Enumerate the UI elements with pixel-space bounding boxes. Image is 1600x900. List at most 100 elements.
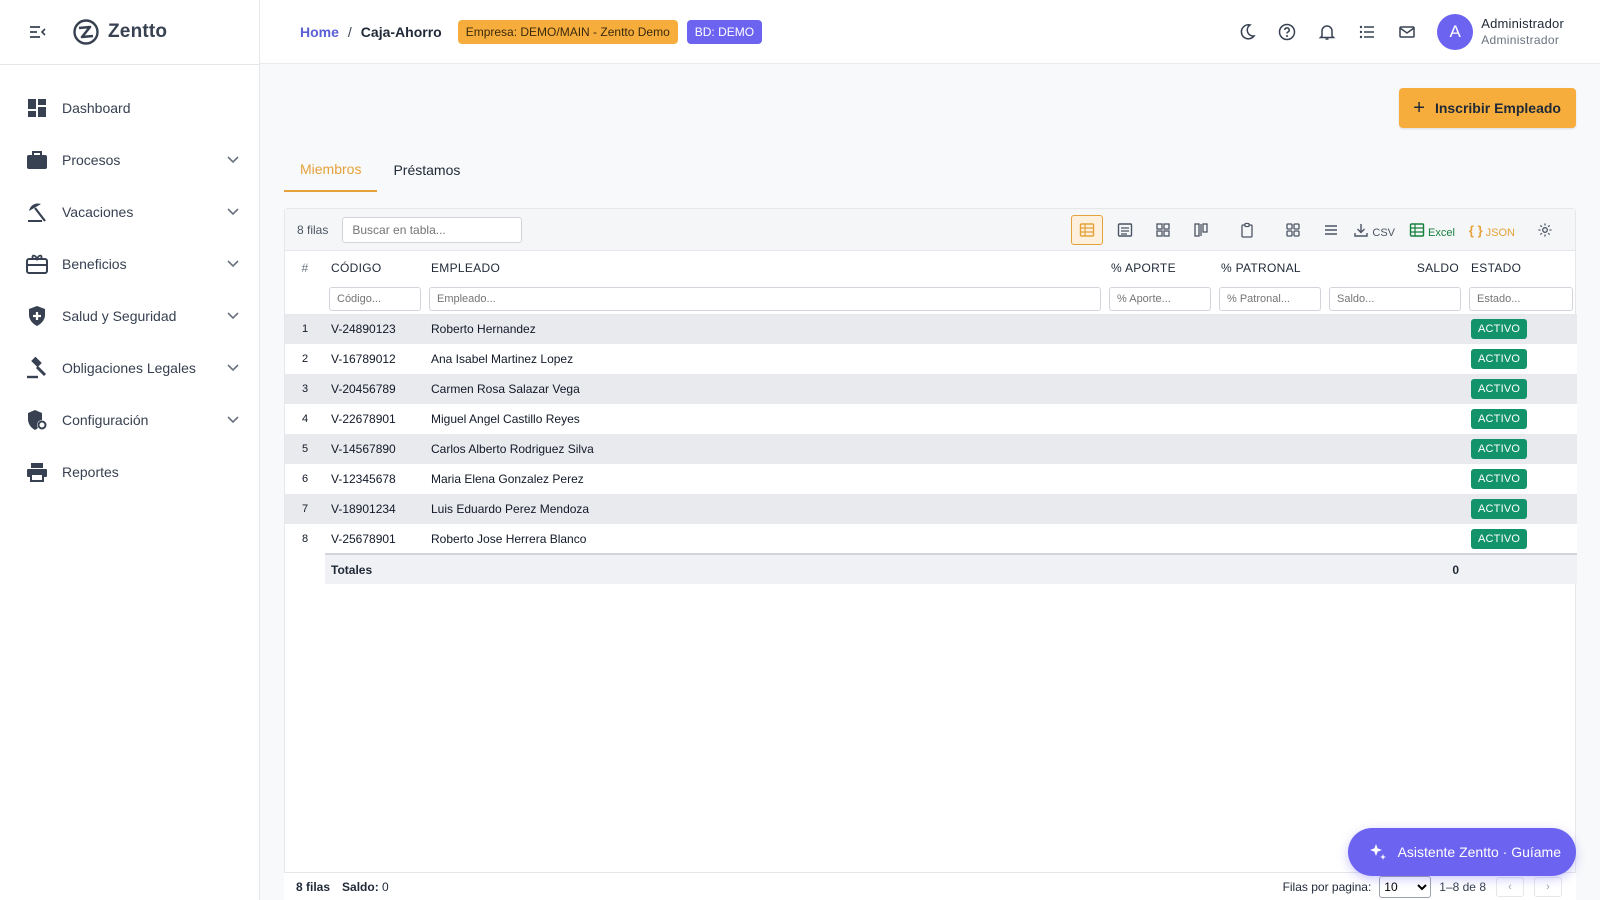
sidebar-item-vacaciones[interactable]: Vacaciones xyxy=(0,186,259,238)
saldo-cell xyxy=(1325,314,1465,344)
top-header: Home / Caja-Ahorro Empresa: DEMO/MAIN - … xyxy=(260,0,1600,64)
export-json-button[interactable]: { } JSON xyxy=(1469,215,1515,245)
breadcrumb-separator: / xyxy=(347,23,352,40)
sidebar-item-procesos[interactable]: Procesos xyxy=(0,134,259,186)
density-grid-icon[interactable] xyxy=(1277,215,1309,245)
header-actions: A Administrador Administrador xyxy=(1227,0,1600,64)
table-row[interactable]: 5 V-14567890 Carlos Alberto Rodriguez Silv… xyxy=(285,434,1577,464)
tabs: Miembros Préstamos xyxy=(284,148,476,192)
user-name: Administrador xyxy=(1481,16,1564,31)
task-list-icon[interactable] xyxy=(1347,12,1387,52)
sidebar-item-reportes[interactable]: Reportes xyxy=(0,446,259,498)
filter-row xyxy=(285,284,1577,315)
patronal-cell xyxy=(1215,524,1325,554)
sidebar-item-dashboard[interactable]: Dashboard xyxy=(0,82,259,134)
row-number: 2 xyxy=(285,344,325,374)
sidebar-item-salud-seguridad[interactable]: Salud y Seguridad xyxy=(0,290,259,342)
grid-view-icon[interactable] xyxy=(1147,215,1179,245)
aporte-filter-input[interactable] xyxy=(1109,286,1211,311)
mail-icon[interactable] xyxy=(1387,12,1427,52)
page-range: 1–8 de 8 xyxy=(1439,880,1486,894)
sidebar-item-obligaciones-legales[interactable]: Obligaciones Legales xyxy=(0,342,259,394)
tab-miembros[interactable]: Miembros xyxy=(284,148,378,192)
list-view-icon[interactable] xyxy=(1109,215,1141,245)
patronal-cell xyxy=(1215,314,1325,344)
column-header-aporte[interactable]: % APORTE xyxy=(1105,251,1215,284)
enroll-employee-button[interactable]: + Inscribir Empleado xyxy=(1399,88,1576,128)
chevron-down-icon xyxy=(225,308,241,324)
gift-card-icon xyxy=(26,253,48,275)
saldo-filter-input[interactable] xyxy=(1329,286,1461,311)
table-row[interactable]: 4 V-22678901 Miguel Angel Castillo Reyes AC… xyxy=(285,404,1577,434)
table-search-input[interactable] xyxy=(342,216,523,243)
chevron-down-icon xyxy=(225,204,241,220)
settings-gear-icon[interactable] xyxy=(1529,215,1561,245)
employee-name-cell: Ana Isabel Martinez Lopez xyxy=(425,344,1105,374)
estado-filter-input[interactable] xyxy=(1469,286,1573,311)
gavel-icon xyxy=(26,357,48,379)
column-header-employee[interactable]: EMPLEADO xyxy=(425,251,1105,284)
rows-per-page-select[interactable]: 10 xyxy=(1379,876,1432,898)
totals-saldo: 0 xyxy=(1325,553,1465,584)
help-icon[interactable] xyxy=(1267,12,1307,52)
employee-name-cell: Carlos Alberto Rodriguez Silva xyxy=(425,434,1105,464)
database-chip[interactable]: BD: DEMO xyxy=(686,19,763,44)
next-page-chevron-icon[interactable]: › xyxy=(1534,877,1562,897)
data-grid-panel: 8 filas CSV Excel { }JSON # CÓDIGO EMPLE… xyxy=(284,208,1577,900)
employee-filter-input[interactable] xyxy=(429,286,1101,311)
breadcrumb-home[interactable]: Home xyxy=(300,24,339,40)
chevron-down-icon xyxy=(225,412,241,428)
status-badge: ACTIVO xyxy=(1471,409,1528,429)
saldo-cell xyxy=(1325,434,1465,464)
table-row[interactable]: 2 V-16789012 Ana Isabel Martinez Lopez ACTI… xyxy=(285,344,1577,374)
table-view-icon[interactable] xyxy=(1071,215,1104,245)
table-row[interactable]: 6 V-12345678 Maria Elena Gonzalez Perez ACT… xyxy=(285,464,1577,494)
menu-collapse-icon[interactable] xyxy=(28,22,48,42)
assistant-button[interactable]: Asistente Zentto · Guíame xyxy=(1347,828,1576,876)
column-header-saldo[interactable]: SALDO xyxy=(1325,251,1465,284)
status-cell: ACTIVO xyxy=(1465,314,1577,344)
column-header-code[interactable]: CÓDIGO xyxy=(325,251,425,284)
export-csv-button[interactable]: CSV xyxy=(1353,215,1395,245)
employee-code-cell: V-24890123 xyxy=(325,314,425,344)
beach-umbrella-icon xyxy=(26,201,48,223)
column-header-patronal[interactable]: % PATRONAL xyxy=(1215,251,1325,284)
avatar: A xyxy=(1437,14,1474,50)
breadcrumb-current: Caja-Ahorro xyxy=(360,23,442,40)
totals-label: Totales xyxy=(325,553,425,584)
employee-name-cell: Miguel Angel Castillo Reyes xyxy=(425,404,1105,434)
saldo-cell xyxy=(1325,524,1465,554)
status-cell: ACTIVO xyxy=(1465,494,1577,524)
enroll-employee-label: Inscribir Empleado xyxy=(1434,100,1561,116)
sidebar-item-beneficios[interactable]: Beneficios xyxy=(0,238,259,290)
sidebar-item-label: Reportes xyxy=(62,464,119,480)
grid-footer: 8 filas Saldo: 0 Filas por pagina: 10 1–… xyxy=(284,872,1576,900)
code-filter-input[interactable] xyxy=(329,286,421,311)
company-chip[interactable]: Empresa: DEMO/MAIN - Zentto Demo xyxy=(457,19,678,44)
previous-page-chevron-icon[interactable]: ‹ xyxy=(1496,877,1524,897)
tab-prestamos[interactable]: Préstamos xyxy=(377,148,476,192)
table-row[interactable]: 3 V-20456789 Carmen Rosa Salazar Vega ACTIV… xyxy=(285,374,1577,404)
dark-mode-moon-icon[interactable] xyxy=(1227,12,1267,52)
briefcase-icon xyxy=(26,149,48,171)
export-excel-button[interactable]: Excel xyxy=(1409,215,1455,245)
kanban-view-icon[interactable] xyxy=(1185,215,1217,245)
patronal-cell xyxy=(1215,434,1325,464)
sidebar-item-configuracion[interactable]: Configuración xyxy=(0,394,259,446)
employee-name-cell: Roberto Hernandez xyxy=(425,314,1105,344)
table-row[interactable]: 7 V-18901234 Luis Eduardo Perez Mendoza ACT… xyxy=(285,494,1577,524)
clipboard-copy-icon[interactable] xyxy=(1231,215,1263,245)
footer-saldo-label: Saldo: xyxy=(342,879,379,894)
notifications-bell-icon[interactable] xyxy=(1307,12,1347,52)
user-menu[interactable]: A Administrador Administrador xyxy=(1437,14,1564,50)
sidebar-item-label: Dashboard xyxy=(62,100,131,116)
table-row[interactable]: 1 V-24890123 Roberto Hernandez ACTIVO xyxy=(285,314,1577,344)
table-row[interactable]: 8 V-25678901 Roberto Jose Herrera Blanco AC… xyxy=(285,524,1577,554)
saldo-cell xyxy=(1325,404,1465,434)
grid-toolbar: 8 filas CSV Excel { }JSON xyxy=(285,209,1575,251)
patronal-filter-input[interactable] xyxy=(1219,286,1321,311)
column-header-estado[interactable]: ESTADO xyxy=(1465,251,1577,284)
status-badge: ACTIVO xyxy=(1471,319,1528,340)
density-rows-icon[interactable] xyxy=(1315,215,1347,245)
chevron-down-icon xyxy=(225,256,241,272)
